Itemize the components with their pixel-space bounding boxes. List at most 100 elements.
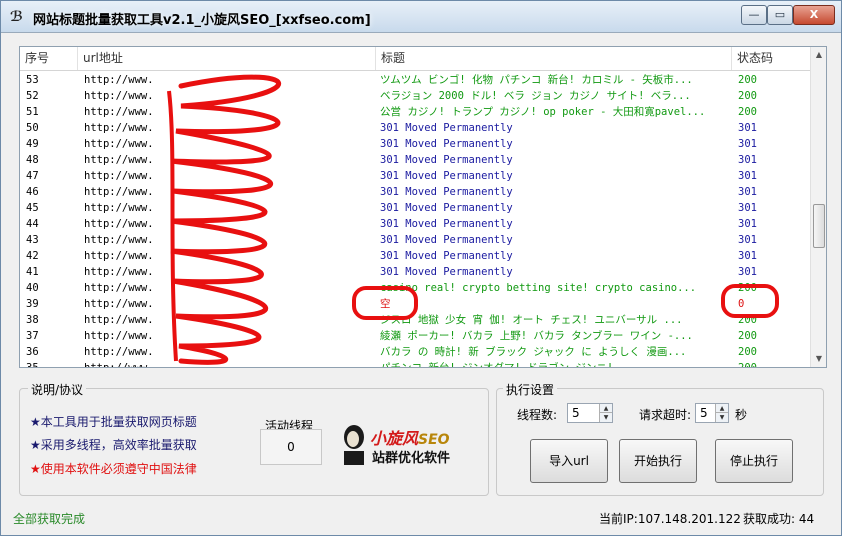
timeout-value[interactable]: 5 <box>700 406 708 420</box>
row-status: 301 <box>738 266 757 278</box>
title-bar[interactable]: ℬ 网站标题批量获取工具v2.1_小旋风SEO_[xxfseo.com] — ▭… <box>1 1 841 33</box>
header-title[interactable]: 标题 <box>376 47 732 70</box>
row-status: 200 <box>738 314 757 326</box>
row-status: 301 <box>738 170 757 182</box>
row-title: 301 Moved Permanently <box>380 250 513 262</box>
table-row[interactable]: 44 http://www. 301 Moved Permanently 301 <box>20 216 810 232</box>
row-url: http://www. <box>84 186 154 198</box>
row-title: ジスロ 地獄 少女 宵 伽! オート チェス! ユニバーサル ... <box>380 314 683 326</box>
minimize-button[interactable]: — <box>741 5 767 25</box>
table-row[interactable]: 41 http://www. 301 Moved Permanently 301 <box>20 264 810 280</box>
status-message: 全部获取完成 <box>13 512 86 526</box>
spin-up-icon[interactable]: ▲ <box>599 404 612 413</box>
table-row[interactable]: 45 http://www. 301 Moved Permanently 301 <box>20 200 810 216</box>
row-index: 48 <box>26 154 39 166</box>
row-title: 301 Moved Permanently <box>380 202 513 214</box>
table-row[interactable]: 42 http://www. 301 Moved Permanently 301 <box>20 248 810 264</box>
row-index: 45 <box>26 202 39 214</box>
row-url: http://www. <box>84 362 154 368</box>
row-index: 38 <box>26 314 39 326</box>
row-url: http://www. <box>84 170 154 182</box>
spin-up-icon[interactable]: ▲ <box>715 404 728 413</box>
row-index: 41 <box>26 266 39 278</box>
row-url: http://www. <box>84 330 154 342</box>
import-url-button[interactable]: 导入url <box>530 439 608 483</box>
row-status: 200 <box>738 106 757 118</box>
row-title: casino real! crypto betting site! crypto… <box>380 282 697 294</box>
row-status: 200 <box>738 90 757 102</box>
row-index: 53 <box>26 74 39 86</box>
row-index: 44 <box>26 218 39 230</box>
spin-down-icon[interactable]: ▼ <box>599 413 612 422</box>
start-button[interactable]: 开始执行 <box>619 439 697 483</box>
row-url: http://www. <box>84 266 154 278</box>
row-title: 綾瀬 ポーカー! バカラ 上野! バカラ タンブラー ワイン -... <box>380 330 693 342</box>
table-row[interactable]: 47 http://www. 301 Moved Permanently 301 <box>20 168 810 184</box>
table-row[interactable]: 46 http://www. 301 Moved Permanently 301 <box>20 184 810 200</box>
row-url: http://www. <box>84 314 154 326</box>
table-row[interactable]: 36 http://www. バカラ の 時計! 新 ブラック ジャック に ようし… <box>20 344 810 360</box>
table-row[interactable]: 37 http://www. 綾瀬 ポーカー! バカラ 上野! バカラ タンブラー … <box>20 328 810 344</box>
current-ip: 当前IP:107.148.201.122 <box>599 512 741 526</box>
scroll-down-icon[interactable]: ▼ <box>811 351 826 367</box>
app-window: ℬ 网站标题批量获取工具v2.1_小旋风SEO_[xxfseo.com] — ▭… <box>0 0 842 536</box>
note-2: ★采用多线程，高效率批量获取 <box>30 438 197 452</box>
row-title: パチンコ 新台! ジンオダマ! ドラゴン ジンニ! ... <box>380 362 639 368</box>
scroll-thumb[interactable] <box>813 204 825 248</box>
row-title: 301 Moved Permanently <box>380 154 513 166</box>
spin-down-icon[interactable]: ▼ <box>715 413 728 422</box>
row-title: 301 Moved Permanently <box>380 266 513 278</box>
header-status[interactable]: 状态码 <box>732 47 810 70</box>
timeout-stepper[interactable]: 5 ▲ ▼ <box>695 403 729 423</box>
table-row[interactable]: 38 http://www. ジスロ 地獄 少女 宵 伽! オート チェス! ユニバ… <box>20 312 810 328</box>
row-title: 301 Moved Permanently <box>380 170 513 182</box>
settings-group-label: 执行设置 <box>503 381 558 398</box>
row-url: http://www. <box>84 74 154 86</box>
row-status: 200 <box>738 346 757 358</box>
header-url[interactable]: url地址 <box>78 47 376 70</box>
row-title: 301 Moved Permanently <box>380 122 513 134</box>
table-row[interactable]: 43 http://www. 301 Moved Permanently 301 <box>20 232 810 248</box>
row-index: 43 <box>26 234 39 246</box>
info-group-label: 说明/协议 <box>28 381 87 398</box>
table-row[interactable]: 35 http://www. パチンコ 新台! ジンオダマ! ドラゴン ジンニ! .… <box>20 360 810 368</box>
table-row[interactable]: 52 http://www. ベラジョン 2000 ドル! ベラ ジョン カジノ サ… <box>20 88 810 104</box>
close-button[interactable]: X <box>793 5 835 25</box>
success-count: 获取成功: 44 <box>743 512 815 526</box>
scroll-up-icon[interactable]: ▲ <box>811 47 826 63</box>
stop-button[interactable]: 停止执行 <box>715 439 793 483</box>
row-index: 39 <box>26 298 39 310</box>
table-row[interactable]: 40 http://www. casino real! crypto betting… <box>20 280 810 296</box>
table-row[interactable]: 53 http://www. ツムツム ビンゴ! 化物 パチンコ 新台! カロミル … <box>20 72 810 88</box>
note-3: ★使用本软件必须遵守中国法律 <box>30 462 197 476</box>
row-title: ツムツム ビンゴ! 化物 パチンコ 新台! カロミル - 矢板市... <box>380 74 693 86</box>
row-status: 0 <box>738 298 745 310</box>
table-row[interactable]: 49 http://www. 301 Moved Permanently 301 <box>20 136 810 152</box>
list-rows: 53 http://www. ツムツム ビンゴ! 化物 パチンコ 新台! カロミル … <box>20 72 810 368</box>
timeout-unit: 秒 <box>735 408 748 422</box>
header-index[interactable]: 序号 <box>20 47 78 70</box>
row-status: 301 <box>738 138 757 150</box>
row-status: 301 <box>738 202 757 214</box>
row-index: 52 <box>26 90 39 102</box>
info-group: 说明/协议 ★本工具用于批量获取网页标题 ★采用多线程，高效率批量获取 ★使用本… <box>19 381 489 496</box>
row-index: 36 <box>26 346 39 358</box>
threads-value[interactable]: 5 <box>572 406 580 420</box>
table-row[interactable]: 39 http://www. 空 0 <box>20 296 810 312</box>
row-title: 301 Moved Permanently <box>380 218 513 230</box>
table-row[interactable]: 51 http://www. 公営 カジノ! トランプ カジノ! op poker … <box>20 104 810 120</box>
vertical-scrollbar[interactable]: ▲ ▼ <box>810 47 826 367</box>
row-title: 301 Moved Permanently <box>380 186 513 198</box>
app-icon: ℬ <box>10 9 23 25</box>
maximize-button[interactable]: ▭ <box>767 5 793 25</box>
row-index: 42 <box>26 250 39 262</box>
row-url: http://www. <box>84 346 154 358</box>
result-list[interactable]: 序号 url地址 标题 状态码 53 http://www. ツムツム ビンゴ! 化… <box>19 46 827 368</box>
table-row[interactable]: 50 http://www. 301 Moved Permanently 301 <box>20 120 810 136</box>
row-index: 47 <box>26 170 39 182</box>
threads-stepper[interactable]: 5 ▲ ▼ <box>567 403 613 423</box>
row-url: http://www. <box>84 282 154 294</box>
row-url: http://www. <box>84 122 154 134</box>
row-url: http://www. <box>84 106 154 118</box>
table-row[interactable]: 48 http://www. 301 Moved Permanently 301 <box>20 152 810 168</box>
